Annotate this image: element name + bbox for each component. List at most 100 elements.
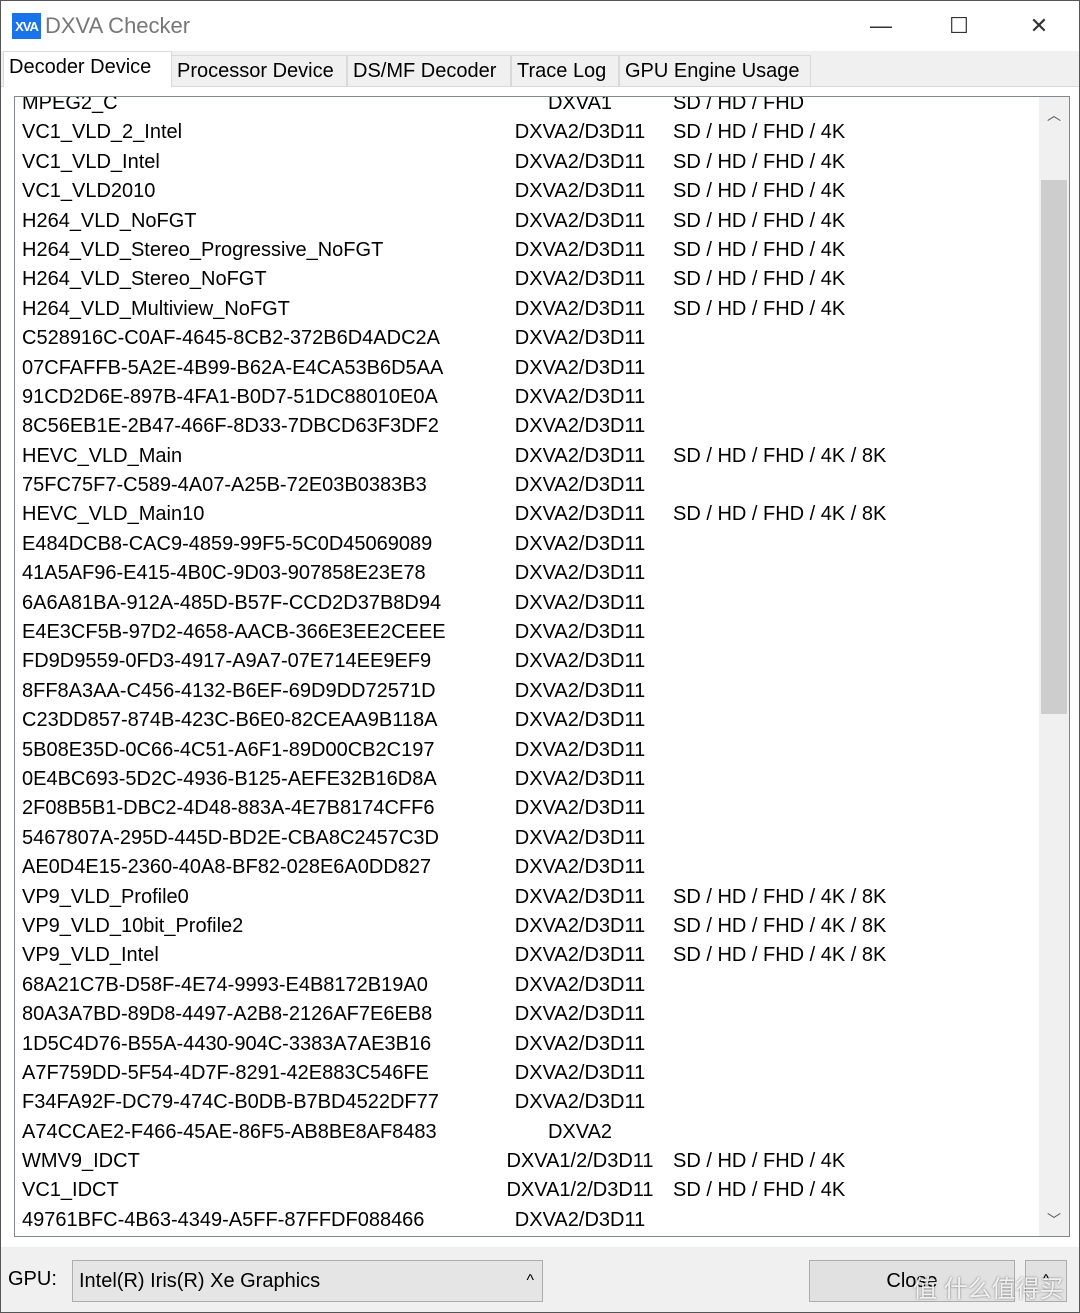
tab-bar: Decoder Device Processor Device DS/MF De… — [1, 51, 1079, 87]
decoder-name: HEVC_VLD_Main — [22, 444, 183, 467]
decoder-api: DXVA2/D3D11 — [514, 327, 646, 350]
decoder-row[interactable]: 5B08E35D-0C66-4C51-A6F1-89D00CB2C197 DXVA… — [15, 736, 1037, 765]
tab-gpu-engine-usage[interactable]: GPU Engine Usage — [619, 55, 811, 86]
decoder-row[interactable]: E4E3CF5B-97D2-4658-AACB-366E3EE2CEEE DXVA… — [15, 618, 1037, 647]
decoder-row[interactable]: 49761BFC-4B63-4349-A5FF-87FFDF088466 DXVA… — [15, 1206, 1037, 1235]
decoder-api: DXVA2/D3D11 — [514, 562, 646, 585]
decoder-row[interactable]: 68A21C7B-D58F-4E74-9993-E4B8172B19A0 DXVA… — [15, 971, 1037, 1000]
decoder-row[interactable]: 41A5AF96-E415-4B0C-9D03-907858E23E78 DXVA… — [15, 559, 1037, 588]
decoder-name: F34FA92F-DC79-474C-B0DB-B7BD4522DF77 — [22, 1091, 439, 1114]
decoder-api: DXVA2/D3D11 — [514, 767, 646, 790]
decoder-row[interactable]: VC1_VLD_2_Intel DXVA2/D3D11 SD / HD / FHD … — [15, 118, 1037, 147]
decoder-row[interactable]: MPEG2_C DXVA1 SD / HD / FHD — [15, 96, 1037, 118]
decoder-row[interactable]: WMV9_IDCT DXVA1/2/D3D11 SD / HD / FHD / 4K — [15, 1147, 1037, 1176]
decoder-row[interactable]: HEVC_VLD_Main DXVA2/D3D11 SD / HD / FHD / … — [15, 442, 1037, 471]
decoder-name: E484DCB8-CAC9-4859-99F5-5C0D45069089 — [22, 532, 433, 555]
decoder-name: FD9D9559-0FD3-4917-A9A7-07E714EE9EF9 — [22, 650, 432, 673]
tab-trace-log[interactable]: Trace Log — [511, 55, 619, 86]
decoder-name: 0E4BC693-5D2C-4936-B125-AEFE32B16D8A — [22, 767, 437, 790]
decoder-row[interactable]: A7F759DD-5F54-4D7F-8291-42E883C546FE DXVA… — [15, 1059, 1037, 1088]
decoder-api: DXVA2/D3D11 — [514, 797, 646, 820]
decoder-row[interactable]: VC1_VLD2010 DXVA2/D3D11 SD / HD / FHD / 4K — [15, 177, 1037, 206]
decoder-row[interactable]: VP9_VLD_Profile0 DXVA2/D3D11 SD / HD / FHD… — [15, 883, 1037, 912]
decoder-name: 49761BFC-4B63-4349-A5FF-87FFDF088466 — [22, 1208, 425, 1231]
decoder-name: WMV9_IDCT — [22, 1150, 140, 1173]
decoder-name: 8FF8A3AA-C456-4132-B6EF-69D9DD72571D — [22, 679, 436, 702]
decoder-name: VP9_VLD_10bit_Profile2 — [22, 914, 244, 937]
decoder-row[interactable]: 0E4BC693-5D2C-4936-B125-AEFE32B16D8A DXVA… — [15, 765, 1037, 794]
decoder-api: DXVA2/D3D11 — [514, 444, 646, 467]
app-window: XVA DXVA Checker — ☐ ✕ Decoder Device Pr… — [0, 0, 1080, 1313]
scrollbar-thumb[interactable] — [1041, 180, 1067, 714]
decoder-row[interactable]: C528916C-C0AF-4645-8CB2-372B6D4ADC2A DXVA… — [15, 324, 1037, 353]
decoder-api: DXVA2/D3D11 — [514, 150, 646, 173]
tab-processor-device[interactable]: Processor Device — [171, 55, 347, 86]
decoder-rows: MPEG2_C DXVA1 SD / HD / FHD VC1_VLD_2_Intel… — [15, 96, 1037, 1235]
decoder-row[interactable]: 5467807A-295D-445D-BD2E-CBA8C2457C3D DXVA… — [15, 824, 1037, 853]
decoder-row[interactable]: H264_VLD_Stereo_Progressive_NoFGT DXVA2/D… — [15, 236, 1037, 265]
decoder-resolutions: SD / HD / FHD / 4K / 8K — [673, 503, 887, 526]
vertical-scrollbar[interactable]: ︿ ﹀ — [1039, 97, 1069, 1236]
scroll-down-icon[interactable]: ﹀ — [1039, 1206, 1069, 1234]
decoder-api: DXVA2/D3D11 — [514, 1032, 646, 1055]
decoder-row[interactable]: 8FF8A3AA-C456-4132-B6EF-69D9DD72571D DXVA… — [15, 677, 1037, 706]
decoder-row[interactable]: AE0D4E15-2360-40A8-BF82-028E6A0DD827 DXVA… — [15, 853, 1037, 882]
gpu-select-value: Intel(R) Iris(R) Xe Graphics — [79, 1270, 321, 1292]
decoder-row[interactable]: 8C56EB1E-2B47-466F-8D33-7DBCD63F3DF2 DXVA… — [15, 412, 1037, 441]
decoder-name: C23DD857-874B-423C-B6E0-82CEAA9B118A — [22, 709, 438, 732]
decoder-api: DXVA2/D3D11 — [514, 356, 646, 379]
decoder-name: MPEG2_C — [22, 96, 118, 114]
decoder-row[interactable]: 2F08B5B1-DBC2-4D48-883A-4E7B8174CFF6 DXVA… — [15, 794, 1037, 823]
decoder-name: VC1_VLD2010 — [22, 180, 156, 203]
decoder-name: 5B08E35D-0C66-4C51-A6F1-89D00CB2C197 — [22, 738, 435, 761]
decoder-api: DXVA2/D3D11 — [514, 1003, 646, 1026]
decoder-row[interactable]: VC1_IDCT DXVA1/2/D3D11 SD / HD / FHD / 4K — [15, 1176, 1037, 1205]
tab-ds-mf-decoder[interactable]: DS/MF Decoder — [347, 55, 511, 86]
minimize-button[interactable]: — — [851, 1, 911, 51]
decoder-row[interactable]: 07CFAFFB-5A2E-4B99-B62A-E4CA53B6D5AA DXVA… — [15, 354, 1037, 383]
decoder-row[interactable]: FD9D9559-0FD3-4917-A9A7-07E714EE9EF9 DXVA… — [15, 647, 1037, 676]
decoder-resolutions: SD / HD / FHD / 4K — [673, 1150, 846, 1173]
decoder-row[interactable]: HEVC_VLD_Main10 DXVA2/D3D11 SD / HD / FHD … — [15, 500, 1037, 529]
decoder-name: 1D5C4D76-B55A-4430-904C-3383A7AE3B16 — [22, 1032, 432, 1055]
decoder-api: DXVA2/D3D11 — [514, 973, 646, 996]
decoder-api: DXVA2/D3D11 — [514, 1208, 646, 1231]
decoder-row[interactable]: H264_VLD_NoFGT DXVA2/D3D11 SD / HD / FHD /… — [15, 207, 1037, 236]
decoder-api: DXVA2/D3D11 — [514, 121, 646, 144]
decoder-row[interactable]: VP9_VLD_10bit_Profile2 DXVA2/D3D11 SD / HD… — [15, 912, 1037, 941]
decoder-api: DXVA2/D3D11 — [514, 1091, 646, 1114]
decoder-api: DXVA2/D3D11 — [514, 415, 646, 438]
decoder-row[interactable]: 80A3A7BD-89D8-4497-A2B8-2126AF7E6EB8 DXVA… — [15, 1000, 1037, 1029]
decoder-name: A74CCAE2-F466-45AE-86F5-AB8BE8AF8483 — [22, 1120, 437, 1143]
maximize-button[interactable]: ☐ — [929, 1, 989, 51]
decoder-list[interactable]: MPEG2_C DXVA1 SD / HD / FHD VC1_VLD_2_Intel… — [14, 96, 1070, 1237]
decoder-row[interactable]: A74CCAE2-F466-45AE-86F5-AB8BE8AF8483 DXVA… — [15, 1118, 1037, 1147]
decoder-row[interactable]: C23DD857-874B-423C-B6E0-82CEAA9B118A DXVA… — [15, 706, 1037, 735]
decoder-name: VC1_IDCT — [22, 1179, 119, 1202]
decoder-row[interactable]: 91CD2D6E-897B-4FA1-B0D7-51DC88010E0A DXVA… — [15, 383, 1037, 412]
decoder-resolutions: SD / HD / FHD / 4K — [673, 209, 846, 232]
decoder-resolutions: SD / HD / FHD / 4K / 8K — [673, 914, 887, 937]
decoder-row[interactable]: H264_VLD_Multiview_NoFGT DXVA2/D3D11 SD / … — [15, 295, 1037, 324]
decoder-row[interactable]: 6A6A81BA-912A-485D-B57F-CCD2D37B8D94 DXVA… — [15, 589, 1037, 618]
decoder-api: DXVA2/D3D11 — [514, 385, 646, 408]
gpu-select[interactable]: Intel(R) Iris(R) Xe Graphics ^ — [72, 1260, 543, 1302]
decoder-resolutions: SD / HD / FHD / 4K — [673, 238, 846, 261]
scroll-up-icon[interactable]: ︿ — [1039, 101, 1069, 129]
decoder-row[interactable]: H264_VLD_Stereo_NoFGT DXVA2/D3D11 SD / HD … — [15, 265, 1037, 294]
decoder-name: H264_VLD_Stereo_NoFGT — [22, 268, 267, 291]
decoder-row[interactable]: E484DCB8-CAC9-4859-99F5-5C0D45069089 DXVA… — [15, 530, 1037, 559]
decoder-row[interactable]: F34FA92F-DC79-474C-B0DB-B7BD4522DF77 DXVA… — [15, 1088, 1037, 1117]
decoder-row[interactable]: 1D5C4D76-B55A-4430-904C-3383A7AE3B16 DXVA… — [15, 1030, 1037, 1059]
decoder-api: DXVA2/D3D11 — [514, 591, 646, 614]
decoder-name: 07CFAFFB-5A2E-4B99-B62A-E4CA53B6D5AA — [22, 356, 444, 379]
close-window-button[interactable]: ✕ — [1009, 1, 1069, 51]
decoder-resolutions: SD / HD / FHD / 4K / 8K — [673, 444, 887, 467]
decoder-api: DXVA2/D3D11 — [514, 738, 646, 761]
decoder-name: 80A3A7BD-89D8-4497-A2B8-2126AF7E6EB8 — [22, 1003, 433, 1026]
decoder-row[interactable]: VC1_VLD_Intel DXVA2/D3D11 SD / HD / FHD / … — [15, 148, 1037, 177]
tab-decoder-device[interactable]: Decoder Device — [3, 51, 172, 87]
decoder-row[interactable]: VP9_VLD_Intel DXVA2/D3D11 SD / HD / FHD / … — [15, 941, 1037, 970]
decoder-api: DXVA2/D3D11 — [514, 474, 646, 497]
decoder-row[interactable]: 75FC75F7-C589-4A07-A25B-72E03B0383B3 DXVA… — [15, 471, 1037, 500]
